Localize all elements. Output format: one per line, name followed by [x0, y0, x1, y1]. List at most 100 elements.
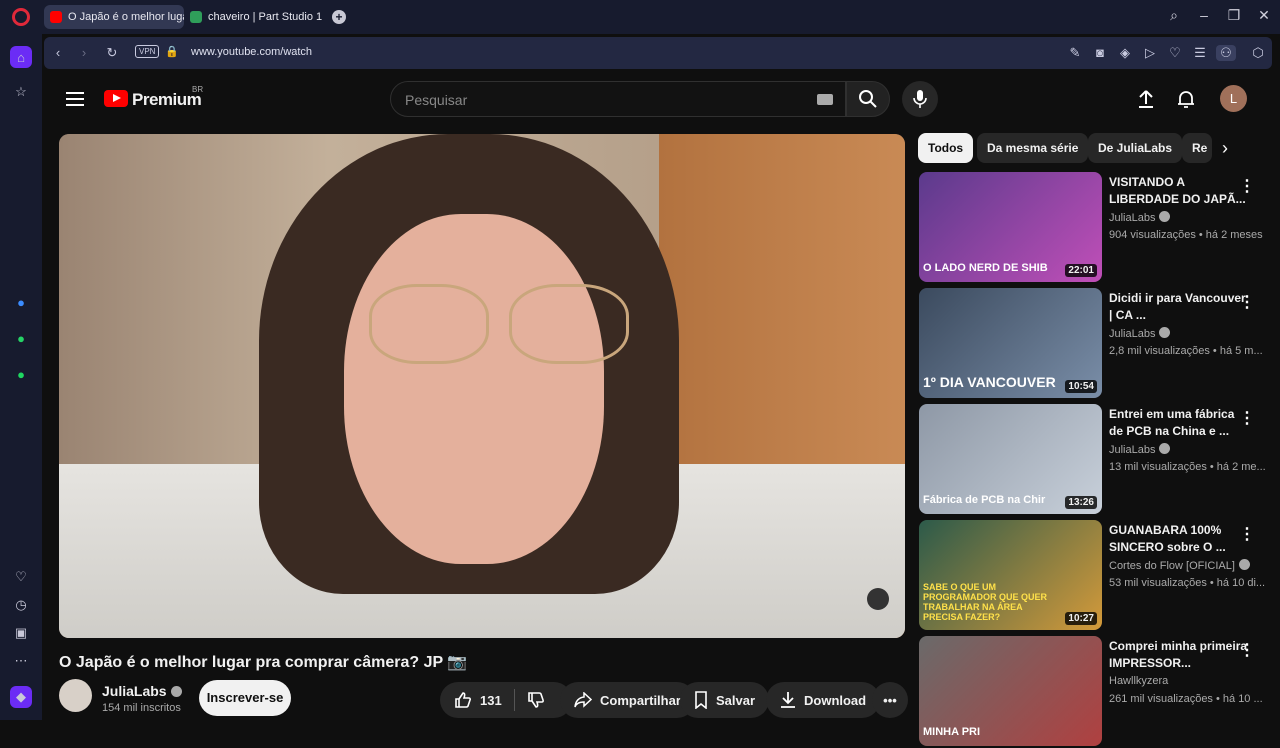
download-button[interactable]: Download: [766, 682, 881, 718]
tab-youtube[interactable]: O Japão é o melhor lugar: [44, 5, 184, 29]
subscribe-button[interactable]: Inscrever-se: [199, 680, 291, 716]
recommendation-channel[interactable]: JuliaLabs: [1109, 211, 1171, 224]
recommendation-channel[interactable]: JuliaLabs: [1109, 443, 1171, 456]
video-thumbnail[interactable]: 1º DIA VANCOUVER 10:54: [919, 288, 1102, 398]
youtube-logo-icon[interactable]: [104, 90, 128, 107]
recommendation-title[interactable]: VISITANDO A LIBERDADE DO JAPÃ...: [1109, 174, 1249, 208]
messenger-icon[interactable]: ●: [10, 291, 32, 313]
url-field[interactable]: www.youtube.com/watch: [191, 46, 312, 58]
recommendation-title[interactable]: Entrei em uma fábrica de PCB na China e …: [1109, 406, 1249, 440]
more-vertical-icon[interactable]: ⋮: [1239, 408, 1255, 428]
chip-todos[interactable]: Todos: [918, 133, 974, 163]
thumbnail-text: Fábrica de PCB na Chir: [923, 494, 1046, 506]
recommendation-title[interactable]: Dicidi ir para Vancouver | CA ...: [1109, 290, 1249, 324]
upload-icon[interactable]: [1135, 88, 1157, 110]
recommendation-item[interactable]: Fábrica de PCB na Chir 13:26 Entrei em u…: [919, 404, 1266, 516]
recommendation-item[interactable]: 1º DIA VANCOUVER 10:54 Dicidi ir para Va…: [919, 288, 1263, 400]
search-placeholder: Pesquisar: [405, 92, 468, 108]
verified-icon: [1159, 443, 1171, 454]
reload-icon[interactable]: ↻: [104, 45, 120, 61]
notifications-icon[interactable]: ◆: [10, 686, 32, 708]
close-window-button[interactable]: ✕: [1254, 7, 1274, 24]
thumbs-down-icon[interactable]: [527, 691, 545, 709]
recommendation-meta: 904 visualizações • há 2 meses: [1109, 229, 1263, 241]
youtube-favicon-icon: [50, 11, 62, 23]
more-vertical-icon[interactable]: ⋮: [1239, 176, 1255, 196]
share-button[interactable]: Compartilhar: [560, 682, 695, 718]
profile-icon[interactable]: ⚇: [1216, 45, 1236, 61]
history-icon[interactable]: ◷: [10, 594, 32, 616]
spotify-icon[interactable]: ●: [10, 363, 32, 385]
thumbs-up-icon: [455, 692, 471, 708]
play-icon[interactable]: ▷: [1142, 45, 1158, 61]
youtube-logo-text[interactable]: Premium: [132, 90, 202, 110]
channel-name[interactable]: JuliaLabs: [102, 683, 182, 699]
more-vertical-icon[interactable]: ⋮: [1239, 292, 1255, 312]
voice-search-button[interactable]: [902, 81, 938, 117]
search-input[interactable]: Pesquisar: [390, 81, 846, 117]
divider: [513, 689, 515, 711]
channel-avatar[interactable]: [59, 679, 92, 712]
more-icon[interactable]: ⋯: [10, 650, 32, 672]
youtube-page: Premium BR Pesquisar L O Japão é o melho…: [44, 72, 1272, 746]
heart-icon[interactable]: ♡: [10, 566, 32, 588]
heart-icon[interactable]: ♡: [1167, 45, 1183, 61]
chip-related[interactable]: Re: [1182, 133, 1212, 163]
channel-watermark-icon[interactable]: [867, 588, 889, 610]
back-icon[interactable]: ‹: [50, 45, 66, 60]
browser-search-icon[interactable]: ⌕: [1164, 7, 1184, 24]
like-dislike-group: 131: [440, 682, 572, 718]
camera-icon[interactable]: ◙: [1092, 45, 1108, 60]
forward-icon[interactable]: ›: [76, 45, 92, 60]
lock-icon[interactable]: 🔒: [164, 45, 180, 58]
recommendation-item[interactable]: O LADO NERD DE SHIB 22:01 VISITANDO A LI…: [919, 172, 1263, 284]
chip-same-series[interactable]: Da mesma série: [977, 133, 1089, 163]
keyboard-icon[interactable]: [817, 94, 833, 105]
shield-icon[interactable]: ◈: [1117, 45, 1133, 61]
recommendation-item[interactable]: MINHA PRI Comprei minha primeira IMPRESS…: [919, 636, 1263, 748]
tab-onshape[interactable]: chaveiro | Part Studio 1: [184, 5, 324, 29]
video-title: O Japão é o melhor lugar pra comprar câm…: [59, 654, 468, 671]
chip-channel[interactable]: De JuliaLabs: [1088, 133, 1183, 163]
video-thumbnail[interactable]: Fábrica de PCB na Chir 13:26: [919, 404, 1102, 514]
channel-text: JuliaLabs: [1109, 212, 1156, 224]
recommendation-channel[interactable]: Cortes do Flow [OFICIAL]: [1109, 559, 1250, 572]
star-icon[interactable]: ☆: [10, 81, 32, 103]
new-tab-button[interactable]: +: [332, 10, 346, 24]
more-actions-button[interactable]: •••: [872, 682, 908, 718]
opera-logo[interactable]: [12, 8, 30, 26]
video-thumbnail[interactable]: O LADO NERD DE SHIB 22:01: [919, 172, 1102, 282]
whatsapp-icon[interactable]: ●: [10, 327, 32, 349]
chevron-right-icon[interactable]: ›: [1222, 138, 1228, 159]
edit-icon[interactable]: ✎: [1067, 45, 1083, 61]
thumbnail-text: 1º DIA VANCOUVER: [923, 374, 1056, 390]
extensions-icon[interactable]: ⬡: [1250, 45, 1266, 61]
like-button[interactable]: 131: [454, 691, 502, 709]
vpn-badge[interactable]: VPN: [135, 45, 160, 58]
video-player[interactable]: [59, 134, 905, 638]
verified-icon: [1159, 327, 1171, 338]
recommendation-item[interactable]: SABE O QUE UM PROGRAMADOR QUE QUER TRABA…: [919, 520, 1265, 632]
gift-icon[interactable]: ▣: [10, 622, 32, 644]
maximize-button[interactable]: ❐: [1224, 7, 1244, 24]
video-thumbnail[interactable]: MINHA PRI: [919, 636, 1102, 746]
home-icon[interactable]: ⌂: [10, 46, 32, 68]
minimize-button[interactable]: –: [1194, 7, 1214, 23]
search-button[interactable]: [846, 81, 890, 117]
save-button[interactable]: Salvar: [680, 682, 770, 718]
search-icon: [859, 90, 877, 108]
bookmark-icon: [695, 691, 707, 709]
more-vertical-icon[interactable]: ⋮: [1239, 640, 1255, 660]
menu-icon[interactable]: ☰: [1192, 45, 1208, 61]
recommendation-channel[interactable]: JuliaLabs: [1109, 327, 1171, 340]
recommendation-channel[interactable]: Hawllkyzera: [1109, 675, 1168, 687]
video-thumbnail[interactable]: SABE O QUE UM PROGRAMADOR QUE QUER TRABA…: [919, 520, 1102, 630]
more-vertical-icon[interactable]: ⋮: [1239, 524, 1255, 544]
user-avatar[interactable]: L: [1220, 85, 1247, 112]
hamburger-menu-icon[interactable]: [66, 92, 84, 106]
download-icon: [781, 692, 795, 708]
recommendation-title[interactable]: GUANABARA 100% SINCERO sobre O ...: [1109, 522, 1249, 556]
browser-tabbar: O Japão é o melhor lugar chaveiro | Part…: [0, 0, 1280, 34]
recommendation-title[interactable]: Comprei minha primeira IMPRESSOR...: [1109, 638, 1249, 672]
bell-icon[interactable]: [1175, 88, 1197, 110]
